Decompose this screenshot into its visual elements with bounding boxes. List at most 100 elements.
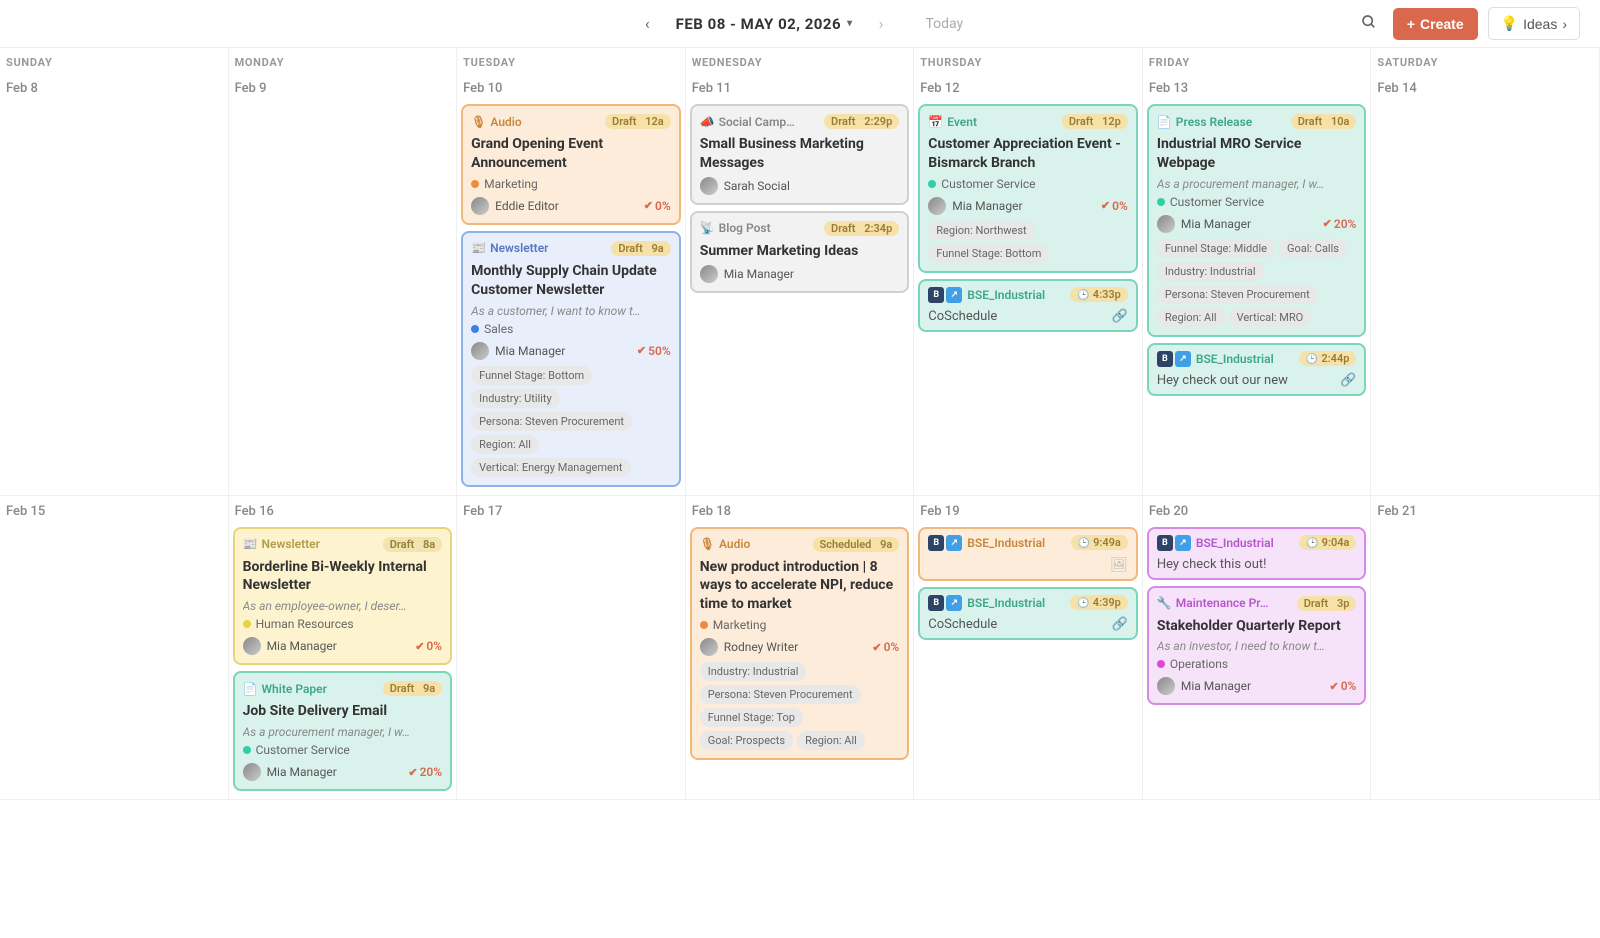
social-text: CoSchedule	[928, 617, 997, 632]
check-icon: ✔	[637, 344, 646, 357]
day-feb-15[interactable]: Feb 15	[0, 496, 229, 801]
social-handle: BSE_Industrial	[1196, 536, 1274, 550]
status-pill: Draft 2:29p	[824, 114, 899, 129]
day-number: Feb 20	[1147, 500, 1367, 527]
day-feb-9[interactable]: Feb 9	[229, 73, 458, 496]
social-card-bse-5[interactable]: B↗BSE_Industrial 9:04a Hey check this ou…	[1147, 527, 1367, 580]
ideas-label: Ideas	[1523, 16, 1557, 32]
tag: Funnel Stage: Bottom	[471, 366, 592, 385]
card-type: Social Camp…	[719, 115, 795, 129]
assignee: Mia Manager	[243, 637, 337, 655]
time-pill: 9:04a	[1299, 535, 1356, 550]
tag: Funnel Stage: Bottom	[928, 244, 1049, 263]
card-audio-grand-opening[interactable]: 🎙Audio Draft 12a Grand Opening Event Ann…	[461, 104, 681, 225]
card-press-mro[interactable]: 📄Press Release Draft 10a Industrial MRO …	[1147, 104, 1367, 337]
day-number: Feb 9	[233, 77, 453, 104]
card-title: Grand Opening Event Announcement	[471, 135, 671, 173]
avatar-icon	[700, 177, 718, 195]
card-category: Sales	[471, 322, 671, 336]
card-title: Stakeholder Quarterly Report	[1157, 617, 1357, 636]
tags: Industry: Industrial Persona: Steven Pro…	[700, 662, 900, 750]
day-feb-19[interactable]: Feb 19 B↗BSE_Industrial 9:49a 🖼 B↗BSE_In…	[914, 496, 1143, 801]
day-feb-12[interactable]: Feb 12 📅Event Draft 12p Customer Appreci…	[914, 73, 1143, 496]
assignee: Mia Manager	[471, 342, 565, 360]
card-type: Press Release	[1176, 115, 1252, 129]
status-pill: Draft 2:34p	[824, 221, 899, 236]
social-text: Hey check out our new	[1157, 373, 1288, 388]
card-whitepaper-jobsite[interactable]: 📄White Paper Draft 9a Job Site Delivery …	[233, 671, 453, 791]
header-center: ‹ FEB 08 - MAY 02, 2026 ▾ › Today	[637, 10, 963, 37]
tag: Goal: Calls	[1279, 239, 1347, 258]
link-icon: 🔗	[1112, 309, 1128, 324]
avatar-icon	[1157, 215, 1175, 233]
card-type: Audio	[719, 537, 750, 551]
day-number: Feb 17	[461, 500, 681, 527]
day-feb-20[interactable]: Feb 20 B↗BSE_Industrial 9:04a Hey check …	[1143, 496, 1372, 801]
status-pill: Scheduled 9a	[813, 537, 900, 552]
day-feb-16[interactable]: Feb 16 📰Newsletter Draft 8a Borderline B…	[229, 496, 458, 801]
date-range-label: FEB 08 - MAY 02, 2026	[676, 15, 842, 33]
day-number: Feb 8	[4, 77, 224, 104]
card-type: Newsletter	[262, 537, 320, 551]
day-feb-18[interactable]: Feb 18 🎙Audio Scheduled 9a New product i…	[686, 496, 915, 801]
weekday-mon: MONDAY	[229, 48, 458, 73]
prev-arrow[interactable]: ‹	[637, 10, 658, 37]
tags: Funnel Stage: Bottom Industry: Utility P…	[471, 366, 671, 477]
card-desc: As a procurement manager, I w…	[1157, 177, 1357, 191]
day-feb-8[interactable]: Feb 8	[0, 73, 229, 496]
tag: Industry: Industrial	[1157, 262, 1264, 281]
day-feb-10[interactable]: Feb 10 🎙Audio Draft 12a Grand Opening Ev…	[457, 73, 686, 496]
next-arrow[interactable]: ›	[871, 10, 892, 37]
assignee: Eddie Editor	[471, 197, 559, 215]
card-desc: As a customer, I want to know t…	[471, 304, 671, 318]
tag: Funnel Stage: Middle	[1157, 239, 1275, 258]
ideas-button[interactable]: 💡 Ideas ›	[1488, 7, 1580, 40]
app-header: ‹ FEB 08 - MAY 02, 2026 ▾ › Today + Crea…	[0, 0, 1600, 48]
newsletter-icon: 📰	[243, 537, 258, 551]
social-card-bse-4[interactable]: B↗BSE_Industrial 4:39p CoSchedule🔗	[918, 587, 1138, 640]
card-event-bismarck[interactable]: 📅Event Draft 12p Customer Appreciation E…	[918, 104, 1138, 273]
create-button[interactable]: + Create	[1393, 8, 1478, 40]
card-social-small-biz[interactable]: 📣Social Camp… Draft 2:29p Small Business…	[690, 104, 910, 205]
card-maintenance-stakeholder[interactable]: 🔧Maintenance Pr… Draft 3p Stakeholder Qu…	[1147, 586, 1367, 706]
day-number: Feb 19	[918, 500, 1138, 527]
card-desc: As a procurement manager, I w…	[243, 725, 443, 739]
day-feb-14[interactable]: Feb 14	[1371, 73, 1600, 496]
social-card-bse-1[interactable]: B↗BSE_Industrial 4:33p CoSchedule🔗	[918, 279, 1138, 332]
weekday-tue: TUESDAY	[457, 48, 686, 73]
status-pill: Draft 8a	[383, 537, 442, 552]
day-feb-11[interactable]: Feb 11 📣Social Camp… Draft 2:29p Small B…	[686, 73, 915, 496]
progress: ✔0%	[872, 640, 899, 654]
clock-icon	[1306, 352, 1318, 365]
day-feb-13[interactable]: Feb 13 📄Press Release Draft 10a Industri…	[1143, 73, 1372, 496]
card-type: Blog Post	[719, 221, 771, 235]
clock-icon	[1306, 536, 1318, 549]
avatar-icon	[243, 637, 261, 655]
social-card-bse-2[interactable]: B↗BSE_Industrial 2:44p Hey check out our…	[1147, 343, 1367, 396]
assignee: Mia Manager	[1157, 215, 1251, 233]
card-newsletter-borderline[interactable]: 📰 Newsletter Draft 8a Borderline Bi-Weekl…	[233, 527, 453, 666]
card-newsletter-supply-chain[interactable]: 📰Newsletter Draft 9a Monthly Supply Chai…	[461, 231, 681, 487]
day-number: Feb 13	[1147, 77, 1367, 104]
avatar-icon	[700, 265, 718, 283]
day-feb-21[interactable]: Feb 21	[1371, 496, 1600, 801]
card-blog-summer[interactable]: 📡Blog Post Draft 2:34p Summer Marketing …	[690, 211, 910, 293]
day-feb-17[interactable]: Feb 17	[457, 496, 686, 801]
day-number: Feb 14	[1375, 77, 1595, 104]
clock-icon	[1077, 596, 1089, 609]
card-audio-npi[interactable]: 🎙Audio Scheduled 9a New product introduc…	[690, 527, 910, 761]
assignee: Mia Manager	[1157, 677, 1251, 695]
create-label: Create	[1420, 16, 1464, 32]
progress: ✔0%	[415, 639, 442, 653]
card-title: Borderline Bi-Weekly Internal Newsletter	[243, 558, 443, 596]
today-link[interactable]: Today	[925, 16, 963, 32]
progress: ✔0%	[1329, 679, 1356, 693]
social-badges: B↗	[928, 535, 962, 551]
date-range-picker[interactable]: FEB 08 - MAY 02, 2026 ▾	[676, 15, 853, 33]
search-icon[interactable]	[1355, 8, 1383, 40]
card-desc: As an employee-owner, I deser…	[243, 599, 443, 613]
microphone-icon: 🎙	[471, 115, 486, 129]
social-card-bse-3[interactable]: B↗BSE_Industrial 9:49a 🖼	[918, 527, 1138, 581]
tags: Funnel Stage: Middle Goal: Calls Industr…	[1157, 239, 1357, 327]
assignee: Mia Manager	[928, 197, 1022, 215]
